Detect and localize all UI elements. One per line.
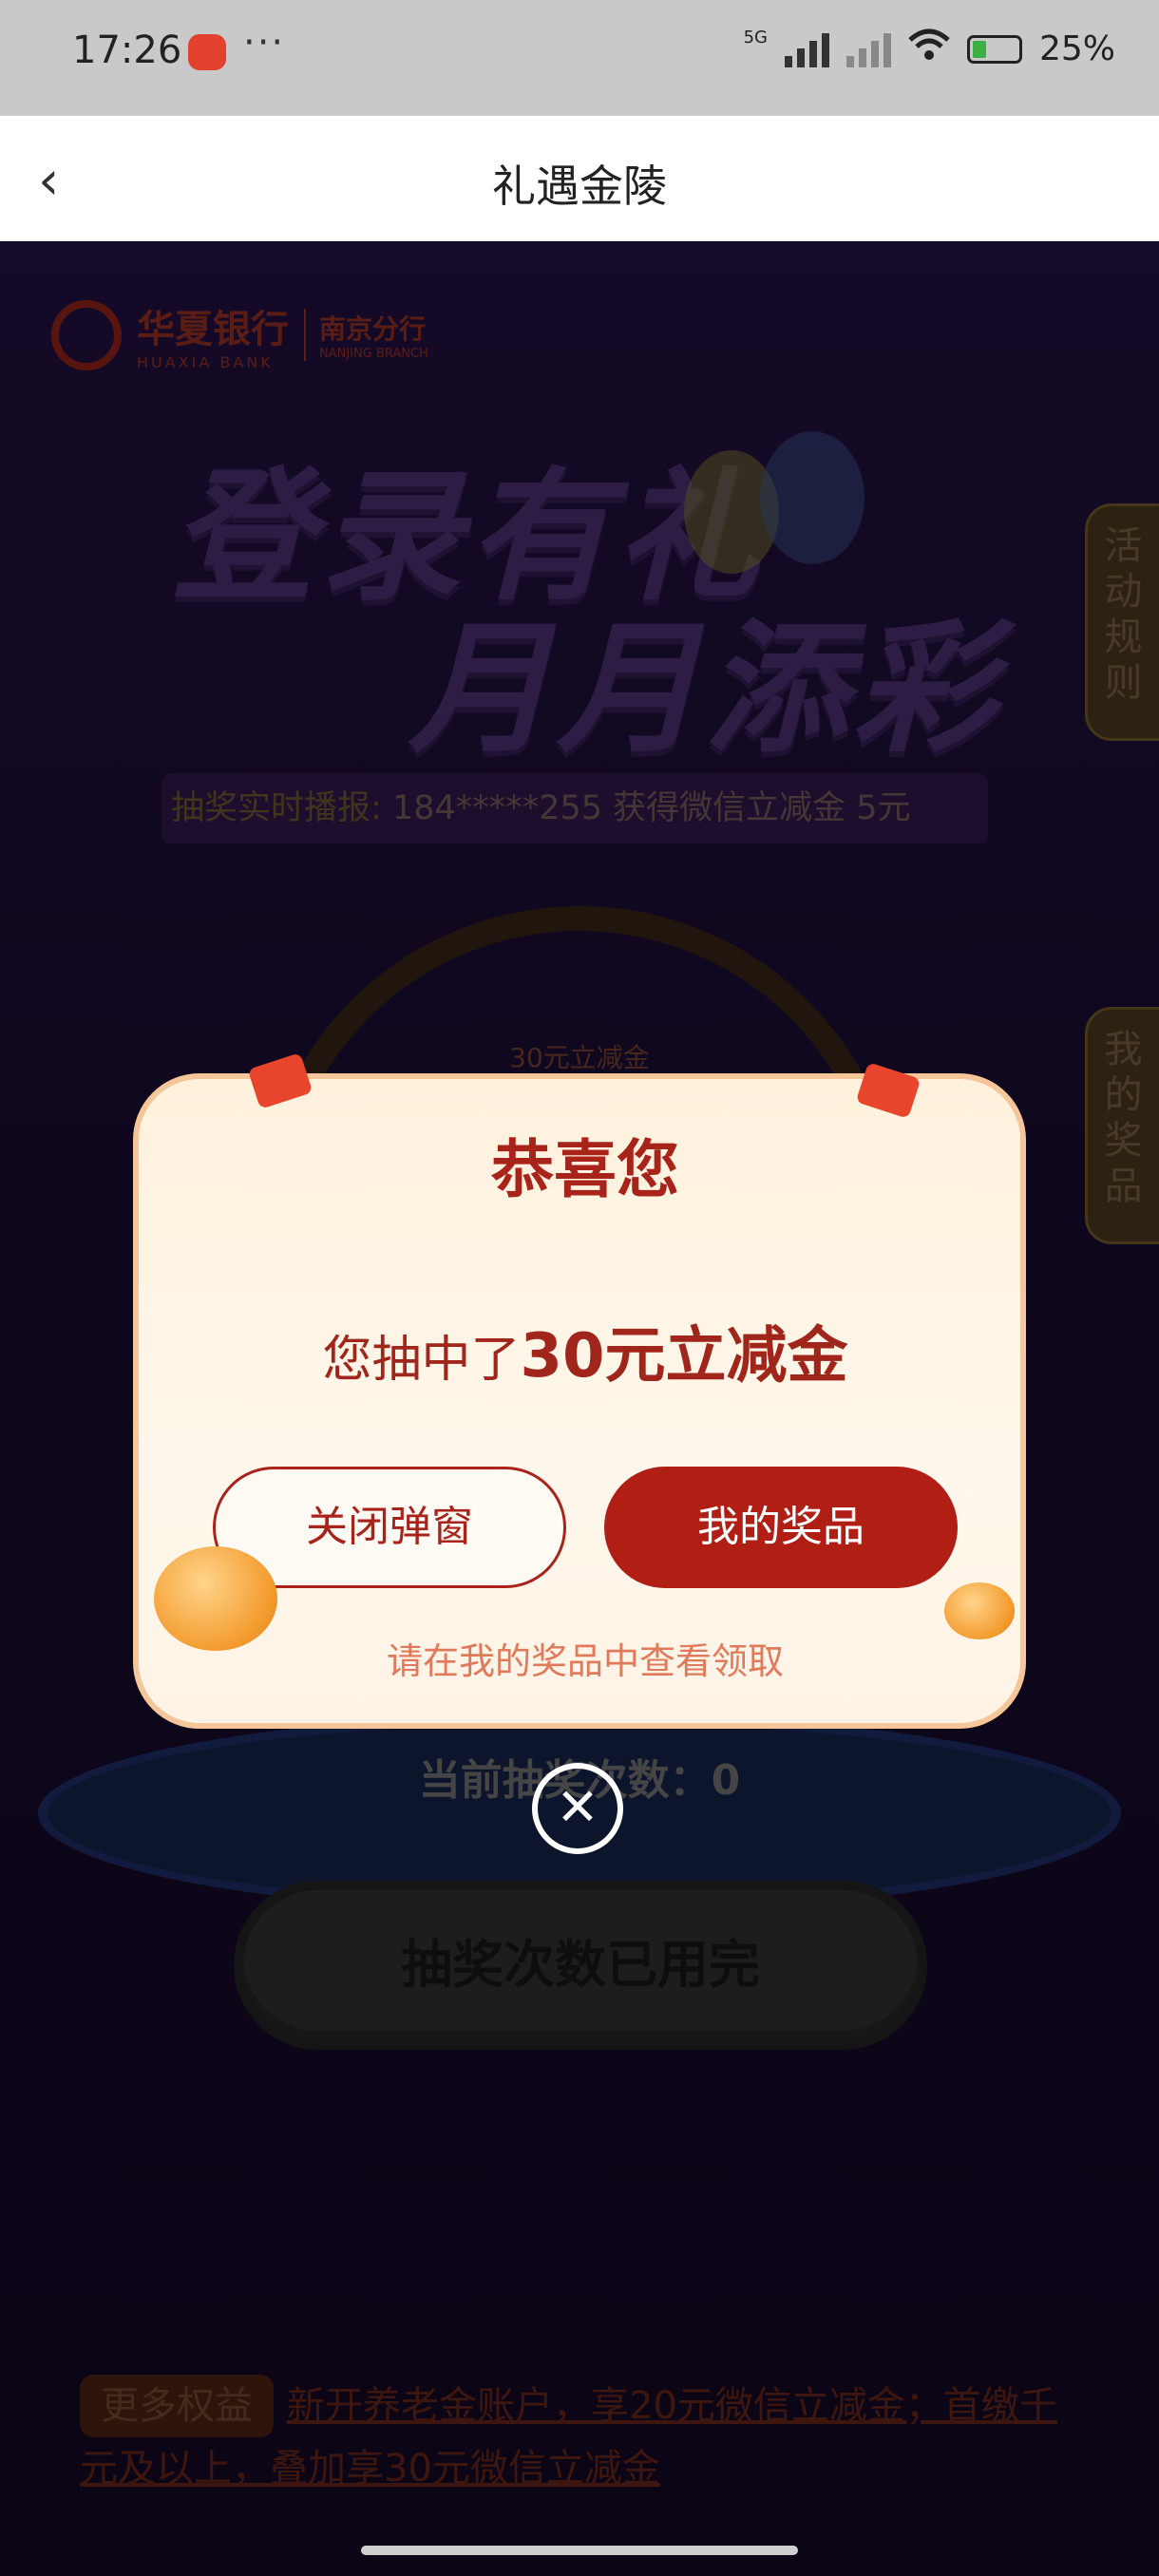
prize-message: 您抽中了30元立减金 (139, 1307, 1032, 1394)
network-type: 5G (743, 28, 768, 47)
system-indicators: 5G 25% (744, 28, 1115, 69)
coin-icon (154, 1546, 277, 1651)
dialog-title: 恭喜您 (491, 1133, 679, 1206)
home-indicator[interactable] (361, 2546, 798, 2555)
page-title: 礼遇金陵 (492, 161, 667, 212)
prize-dialog: 恭喜您 您抽中了30元立减金 关闭弹窗 我的奖品 请在我的奖品中查看领取 (133, 1052, 1026, 1729)
signal-2-icon (846, 31, 891, 67)
title-bar: ‹ 礼遇金陵 (0, 116, 1159, 241)
my-prizes-button[interactable]: 我的奖品 (604, 1467, 958, 1588)
status-bar: 17:26 ··· 5G 25% (0, 0, 1159, 116)
wifi-icon (908, 28, 950, 69)
app-notification-icon (188, 34, 226, 70)
battery-level: 25% (1038, 29, 1115, 68)
more-notifications-icon: ··· (243, 21, 286, 65)
battery-icon (966, 34, 1022, 64)
prize-name: 30元立减金 (520, 1321, 848, 1392)
dialog-hint: 请在我的奖品中查看领取 (386, 1640, 784, 1682)
signal-icon (784, 31, 829, 67)
prize-prefix: 您抽中了 (322, 1332, 521, 1389)
close-circle-icon[interactable]: ✕ (532, 1763, 623, 1854)
clock: 17:26 (72, 28, 182, 72)
coin-icon (944, 1582, 1015, 1639)
